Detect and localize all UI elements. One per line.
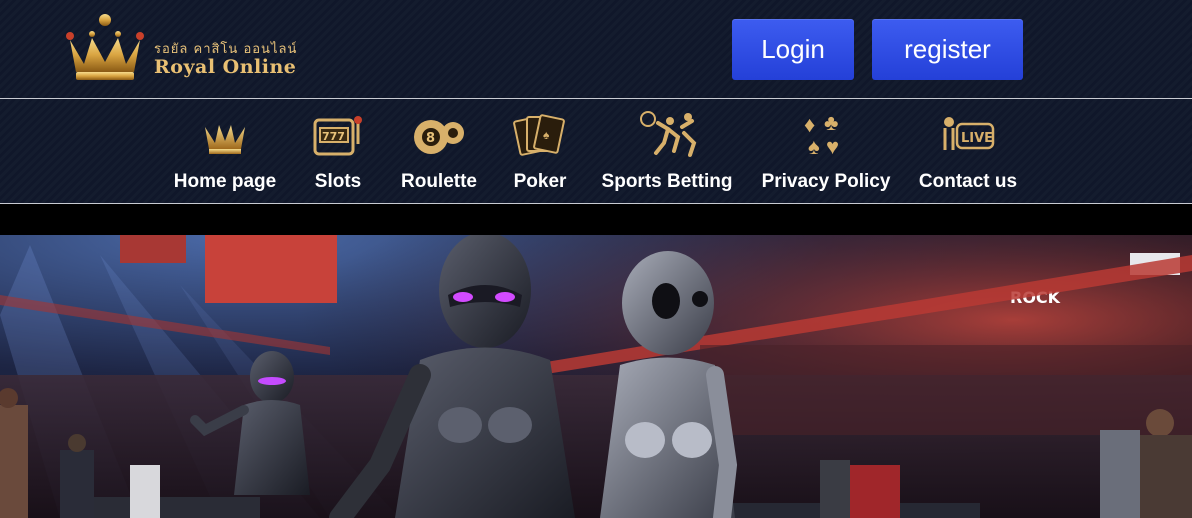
nav-label-home: Home page [173, 171, 277, 192]
crown-logo-icon [66, 14, 144, 80]
crown-icon [201, 111, 249, 159]
nav-label-privacy-policy: Privacy Policy [761, 171, 891, 192]
nav-item-home[interactable]: Home page [168, 99, 282, 203]
sports-icon [634, 111, 700, 159]
register-button[interactable]: register [872, 19, 1023, 80]
main-nav: Home page 777 Slots 8 Roulette ♠ Poker S… [0, 99, 1192, 203]
roulette-ball-icon: 8 [411, 111, 467, 159]
nav-label-poker: Poker [513, 171, 567, 192]
hero-banner-image: ROCK [0, 235, 1192, 518]
site-logo[interactable]: รอยัล คาสิโน ออนไลน์ Royal Online [62, 12, 322, 84]
login-button[interactable]: Login [732, 19, 854, 80]
nav-item-slots[interactable]: 777 Slots [306, 99, 370, 203]
nav-item-poker[interactable]: ♠ Poker [506, 99, 574, 203]
nav-item-roulette[interactable]: 8 Roulette [394, 99, 484, 203]
playing-cards-icon: ♠ [513, 111, 567, 159]
svg-text:8: 8 [426, 131, 435, 146]
logo-brand-text: Royal Online [154, 56, 297, 78]
svg-text:♥: ♥ [826, 134, 839, 159]
slot-machine-icon: 777 [312, 111, 364, 159]
hero-scene-illustration: ROCK [0, 235, 1192, 518]
svg-text:♣: ♣ [824, 110, 838, 135]
live-icon: LIVE [939, 111, 997, 159]
nav-label-slots: Slots [314, 171, 362, 192]
svg-text:777: 777 [322, 130, 345, 143]
card-suits-icon: ♦ ♣ ♠ ♥ [800, 110, 852, 159]
svg-text:LIVE: LIVE [961, 131, 993, 146]
spacer-band [0, 204, 1192, 235]
nav-item-sports-betting[interactable]: Sports Betting [596, 99, 738, 203]
nav-label-contact-us: Contact us [918, 171, 1018, 192]
nav-item-contact-us[interactable]: LIVE Contact us [912, 99, 1024, 203]
svg-text:♠: ♠ [543, 128, 550, 142]
site-header: รอยัล คาสิโน ออนไลน์ Royal Online Login … [0, 0, 1192, 98]
svg-text:♠: ♠ [808, 134, 820, 159]
nav-label-sports-betting: Sports Betting [601, 171, 733, 192]
nav-item-privacy-policy[interactable]: ♦ ♣ ♠ ♥ Privacy Policy [758, 99, 894, 203]
nav-label-roulette: Roulette [401, 171, 477, 192]
